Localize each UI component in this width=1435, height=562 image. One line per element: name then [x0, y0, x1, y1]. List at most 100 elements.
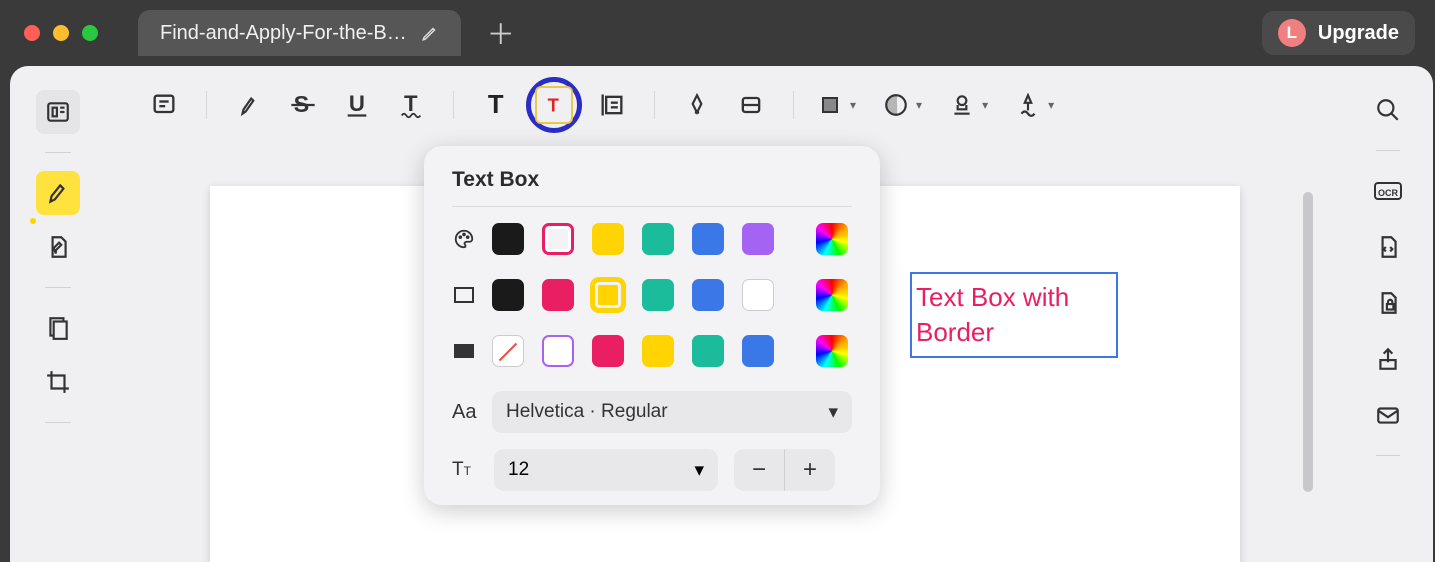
separator [45, 152, 71, 153]
minimize-window-icon[interactable] [53, 25, 69, 41]
border-swatch-white[interactable] [742, 279, 774, 311]
reader-mode-button[interactable] [36, 90, 80, 134]
right-sidebar: OCR [1355, 76, 1421, 462]
separator [654, 91, 655, 119]
popover-title: Text Box [452, 168, 852, 207]
edit-pdf-button[interactable] [36, 225, 80, 269]
size-increase-button[interactable]: + [785, 449, 835, 491]
underline-button[interactable]: U [333, 81, 381, 129]
encrypt-button[interactable] [1366, 281, 1410, 325]
scrollbar[interactable] [1303, 192, 1313, 492]
separator [206, 91, 207, 119]
border-icon [452, 287, 476, 303]
border-swatch-teal[interactable] [642, 279, 674, 311]
font-icon: Aa [452, 401, 478, 424]
fill-swatch-pink[interactable] [592, 335, 624, 367]
crop-button[interactable] [36, 360, 80, 404]
svg-text:T: T [488, 91, 504, 119]
fill-icon [452, 344, 476, 358]
fill-swatch-custom[interactable] [816, 335, 848, 367]
svg-text:OCR: OCR [1378, 188, 1399, 198]
squiggly-button[interactable]: T [387, 81, 435, 129]
size-stepper: − + [734, 449, 835, 491]
color-swatch-custom[interactable] [816, 223, 848, 255]
size-select[interactable]: 12 ▾ [494, 449, 718, 491]
separator [45, 287, 71, 288]
border-swatch-black[interactable] [492, 279, 524, 311]
color-swatch-pink-selected[interactable] [542, 223, 574, 255]
border-swatch-custom[interactable] [816, 279, 848, 311]
fill-swatch-teal[interactable] [692, 335, 724, 367]
search-button[interactable] [1366, 88, 1410, 132]
caret-down-icon: ▾ [828, 401, 838, 424]
titlebar: Find-and-Apply-For-the-B… ＋ L Upgrade [0, 0, 1435, 66]
main-window: S U T T T ▾ [10, 66, 1433, 562]
border-swatch-blue[interactable] [692, 279, 724, 311]
caret-down-icon: ▾ [982, 98, 988, 112]
close-window-icon[interactable] [24, 25, 40, 41]
font-row: Aa Helvetica · Regular ▾ [452, 391, 852, 433]
caret-down-icon: ▾ [694, 459, 704, 482]
fill-swatch-yellow[interactable] [642, 335, 674, 367]
border-color-swatches [492, 279, 848, 311]
color-swatch-yellow[interactable] [592, 223, 624, 255]
fill-color-row [452, 335, 852, 367]
text-box-button[interactable]: T [535, 86, 573, 124]
color-swatch-purple[interactable] [742, 223, 774, 255]
fill-swatch-outline[interactable] [542, 335, 574, 367]
font-select[interactable]: Helvetica · Regular ▾ [492, 391, 852, 433]
upgrade-label: Upgrade [1318, 22, 1399, 45]
text-box-button-active-ring: T [526, 77, 582, 133]
annotation-toolbar: S U T T T ▾ [140, 76, 1323, 134]
maximize-window-icon[interactable] [82, 25, 98, 41]
svg-text:U: U [349, 91, 365, 116]
convert-button[interactable] [1366, 225, 1410, 269]
color-swatch-teal[interactable] [642, 223, 674, 255]
text-box-popover: Text Box [424, 146, 880, 505]
svg-text:T: T [548, 94, 559, 115]
fill-swatch-none[interactable] [492, 335, 524, 367]
text-color-swatches [492, 223, 848, 255]
left-sidebar [10, 66, 106, 562]
share-button[interactable] [1366, 337, 1410, 381]
content-selection-button[interactable] [588, 81, 636, 129]
highlight-tool-button[interactable] [36, 171, 80, 215]
upgrade-button[interactable]: L Upgrade [1262, 11, 1415, 55]
tab-bar: Find-and-Apply-For-the-B… ＋ [138, 10, 515, 56]
eraser-button[interactable] [727, 81, 775, 129]
separator [1376, 455, 1400, 456]
highlight-pen-button[interactable] [225, 81, 273, 129]
strikethrough-button[interactable]: S [279, 81, 327, 129]
ocr-button[interactable]: OCR [1366, 169, 1410, 213]
mail-button[interactable] [1366, 393, 1410, 437]
color-swatch-black[interactable] [492, 223, 524, 255]
separator [793, 91, 794, 119]
stamp-dropdown[interactable]: ▾ [944, 81, 988, 129]
border-swatch-pink[interactable] [542, 279, 574, 311]
fill-color-swatches [492, 335, 848, 367]
pen-button[interactable] [673, 81, 721, 129]
separator [453, 91, 454, 119]
new-tab-button[interactable]: ＋ [487, 13, 515, 53]
shape-dropdown[interactable]: ▾ [812, 81, 856, 129]
fill-swatch-blue[interactable] [742, 335, 774, 367]
border-swatch-yellow-selected[interactable] [592, 279, 624, 311]
border-color-row [452, 279, 852, 311]
size-icon: TT [452, 459, 478, 481]
active-indicator [30, 218, 36, 224]
palette-icon [452, 228, 476, 250]
note-button[interactable] [140, 81, 188, 129]
text-button[interactable]: T [472, 81, 520, 129]
caret-down-icon: ▾ [916, 98, 922, 112]
signature-dropdown[interactable]: ▾ [1010, 81, 1054, 129]
document-tab[interactable]: Find-and-Apply-For-the-B… [138, 10, 461, 56]
page-edit-button[interactable] [36, 306, 80, 350]
size-decrease-button[interactable]: − [734, 449, 784, 491]
sample-text-box[interactable]: Text Box with Border [910, 272, 1118, 358]
window-controls [24, 25, 98, 41]
separator [45, 422, 71, 423]
color-swatch-blue[interactable] [692, 223, 724, 255]
opacity-dropdown[interactable]: ▾ [878, 81, 922, 129]
edit-tab-icon[interactable] [421, 24, 439, 42]
tab-title: Find-and-Apply-For-the-B… [160, 22, 407, 45]
